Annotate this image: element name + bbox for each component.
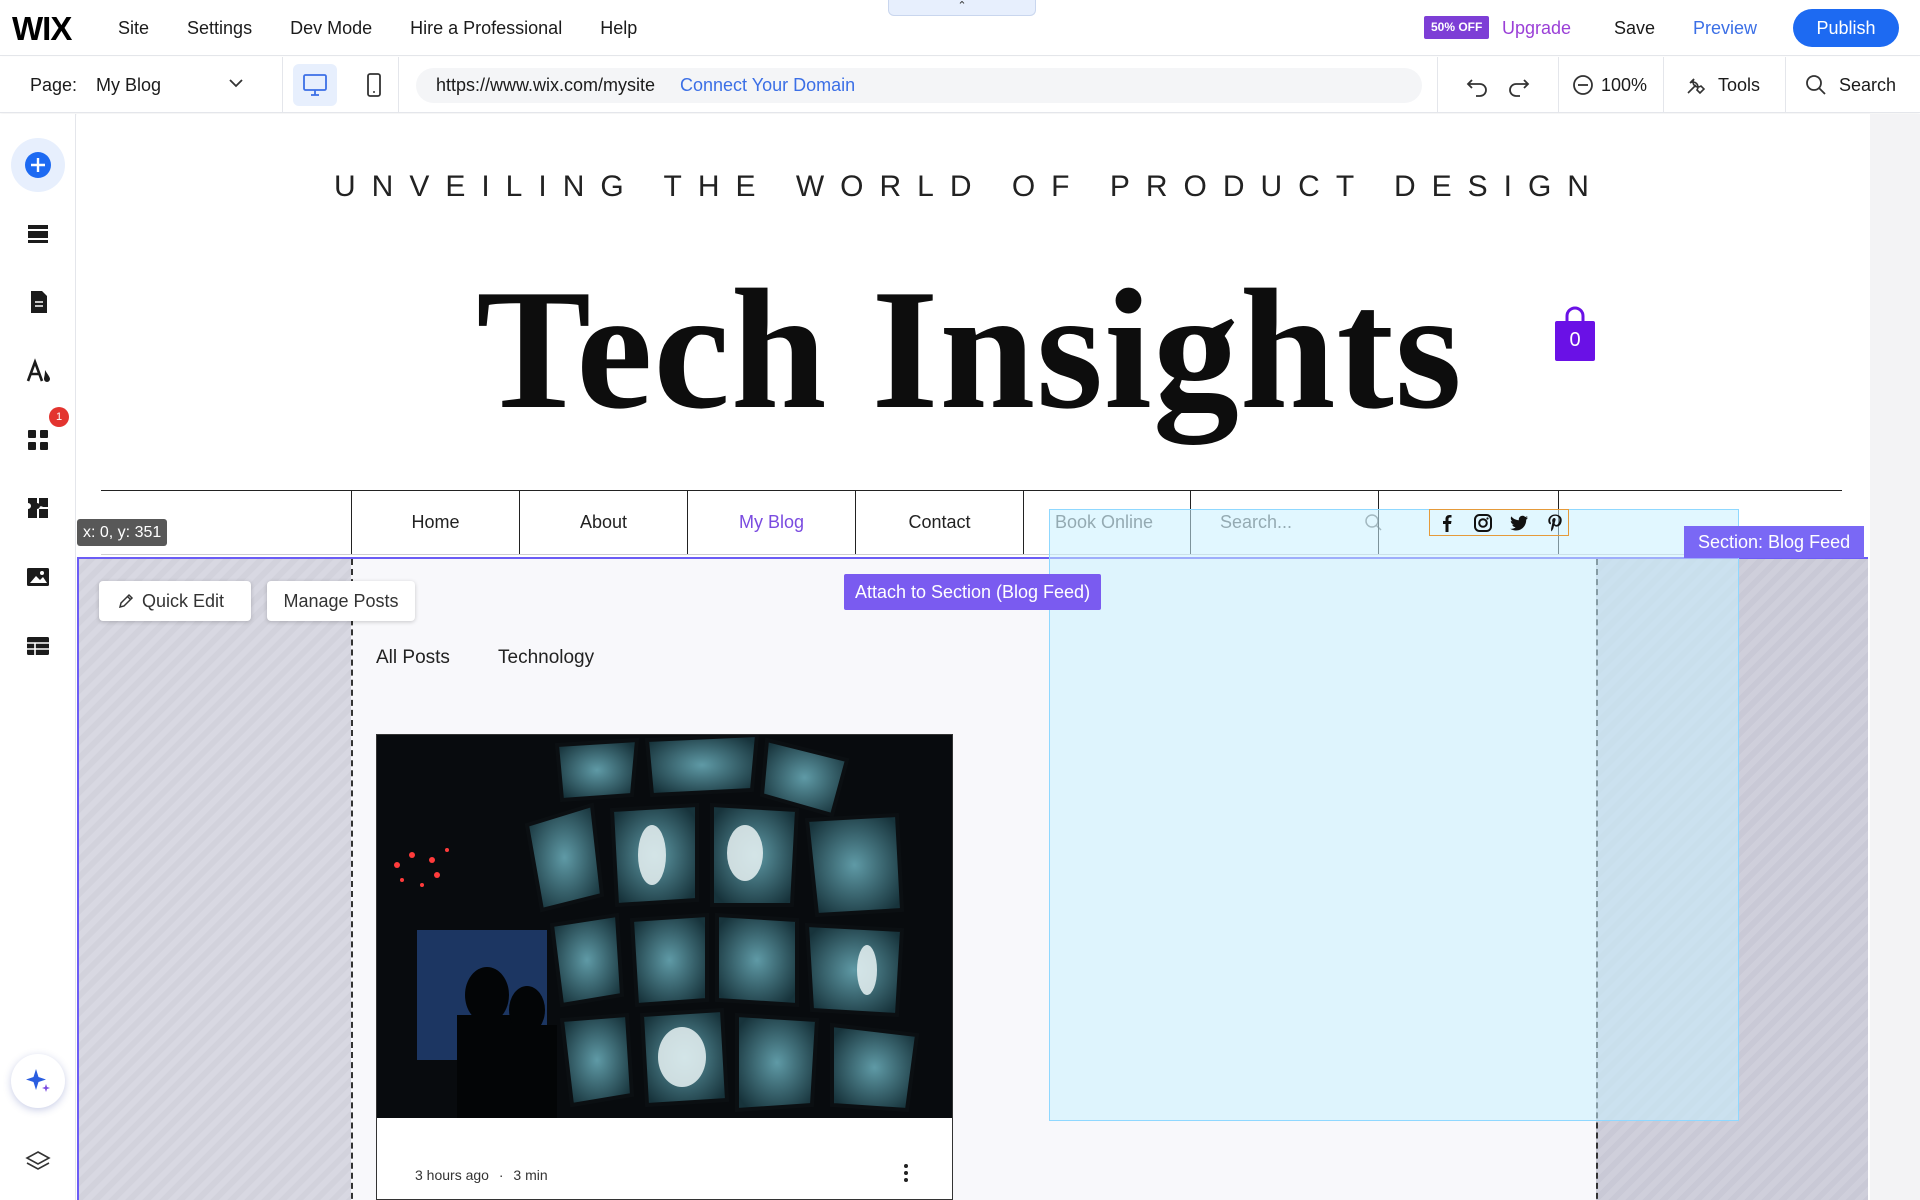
menu-settings[interactable]: Settings bbox=[187, 18, 252, 39]
twitter-icon[interactable] bbox=[1508, 512, 1530, 534]
pencil-icon bbox=[118, 593, 134, 609]
nav-home[interactable]: Home bbox=[351, 491, 519, 554]
instagram-icon[interactable] bbox=[1472, 512, 1494, 534]
nav-about[interactable]: About bbox=[519, 491, 687, 554]
post-meta: 3 hours ago · 3 min bbox=[415, 1167, 548, 1183]
layers-icon[interactable] bbox=[23, 1147, 53, 1177]
manage-posts-button[interactable]: Manage Posts bbox=[267, 581, 415, 621]
design-button[interactable] bbox=[11, 344, 65, 398]
search-button[interactable]: Search bbox=[1839, 75, 1896, 96]
save-button[interactable]: Save bbox=[1614, 18, 1655, 39]
wix-logo[interactable]: WIX bbox=[12, 10, 72, 48]
divider bbox=[1663, 57, 1664, 113]
divider bbox=[282, 57, 283, 113]
design-icon bbox=[26, 358, 50, 382]
publish-button[interactable]: Publish bbox=[1793, 9, 1899, 47]
menu-dev-mode[interactable]: Dev Mode bbox=[290, 18, 372, 39]
site-tagline[interactable]: UNVEILING THE WORLD OF PRODUCT DESIGN bbox=[77, 170, 1862, 204]
cms-icon bbox=[27, 637, 49, 655]
nav-my-blog[interactable]: My Blog bbox=[687, 491, 855, 554]
redo-icon[interactable] bbox=[1505, 71, 1533, 99]
zoom-level[interactable]: 100% bbox=[1601, 75, 1647, 96]
undo-icon[interactable] bbox=[1463, 71, 1491, 99]
attach-to-section-button[interactable]: Attach to Section (Blog Feed) bbox=[844, 574, 1101, 610]
quick-edit-label: Quick Edit bbox=[142, 591, 225, 611]
page-label: Page: bbox=[30, 75, 78, 95]
ai-assistant-button[interactable] bbox=[11, 1054, 65, 1108]
coordinates-tooltip: x: 0, y: 351 bbox=[77, 519, 168, 546]
tab-technology[interactable]: Technology bbox=[498, 647, 594, 669]
section-left-margin bbox=[79, 559, 351, 1200]
sections-icon bbox=[28, 225, 48, 243]
menu-help[interactable]: Help bbox=[600, 18, 637, 39]
apps-notification-badge: 1 bbox=[49, 407, 69, 427]
menu-hire-professional[interactable]: Hire a Professional bbox=[410, 18, 562, 39]
zoom-out-icon[interactable] bbox=[1569, 71, 1597, 99]
post-cover-image[interactable] bbox=[377, 735, 952, 1118]
pinterest-icon[interactable] bbox=[1544, 512, 1566, 534]
connect-domain-link[interactable]: Connect Your Domain bbox=[680, 75, 855, 96]
business-button[interactable] bbox=[11, 481, 65, 535]
discount-badge: 50% OFF bbox=[1424, 16, 1490, 39]
post-cover-illustration bbox=[377, 735, 952, 1118]
chevron-down-icon[interactable] bbox=[226, 73, 246, 93]
menu-site[interactable]: Site bbox=[118, 18, 149, 39]
left-rail bbox=[0, 114, 76, 1200]
top-bar: WIX Site Settings Dev Mode Hire a Profes… bbox=[0, 0, 1920, 56]
tab-all-posts[interactable]: All Posts bbox=[376, 647, 450, 669]
add-icon bbox=[25, 152, 51, 178]
pages-icon bbox=[31, 291, 47, 313]
editor-toolbar: Page: My Blog https://www.wix.com/mysite… bbox=[0, 57, 1920, 113]
media-icon bbox=[27, 568, 49, 586]
nav-contact[interactable]: Contact bbox=[855, 491, 1023, 554]
divider bbox=[1437, 57, 1438, 113]
tools-button[interactable]: Tools bbox=[1718, 75, 1760, 96]
divider bbox=[398, 57, 399, 113]
mobile-icon bbox=[367, 73, 381, 97]
desktop-icon bbox=[303, 74, 327, 96]
sparkle-icon bbox=[26, 1069, 50, 1092]
upgrade-link[interactable]: Upgrade bbox=[1502, 18, 1571, 39]
blog-post-card[interactable]: 3 hours ago · 3 min bbox=[376, 734, 953, 1200]
sections-button[interactable] bbox=[11, 207, 65, 261]
divider bbox=[1558, 57, 1559, 113]
tools-icon[interactable] bbox=[1682, 71, 1710, 99]
quick-edit-button[interactable]: Quick Edit bbox=[99, 581, 251, 621]
top-menu: Site Settings Dev Mode Hire a Profession… bbox=[118, 0, 675, 56]
page-selector[interactable]: My Blog bbox=[96, 75, 161, 96]
site-canvas[interactable]: UNVEILING THE WORLD OF PRODUCT DESIGN Te… bbox=[77, 114, 1870, 1200]
grid-guide-left bbox=[351, 559, 353, 1200]
cms-button[interactable] bbox=[11, 619, 65, 673]
preview-button[interactable]: Preview bbox=[1693, 18, 1757, 39]
post-read-time: 3 min bbox=[513, 1167, 548, 1183]
mobile-view-button[interactable] bbox=[352, 64, 396, 106]
dragged-element-highlight[interactable] bbox=[1049, 509, 1739, 1121]
search-icon[interactable] bbox=[1802, 71, 1830, 99]
apps-icon bbox=[28, 430, 48, 450]
media-button[interactable] bbox=[11, 550, 65, 604]
post-time: 3 hours ago bbox=[415, 1167, 489, 1183]
business-icon bbox=[28, 498, 48, 518]
divider bbox=[1785, 57, 1786, 113]
more-options-icon[interactable] bbox=[902, 1161, 910, 1185]
add-elements-button[interactable] bbox=[11, 138, 65, 192]
cart-count: 0 bbox=[1569, 329, 1581, 351]
pages-button[interactable] bbox=[11, 275, 65, 329]
canvas-right-gutter bbox=[1870, 114, 1920, 1200]
meta-separator: · bbox=[498, 1167, 504, 1183]
collapse-topbar-handle[interactable]: ⌃ bbox=[888, 0, 1036, 16]
desktop-view-button[interactable] bbox=[293, 64, 337, 106]
section-name-tag[interactable]: Section: Blog Feed bbox=[1684, 526, 1865, 558]
site-url: https://www.wix.com/mysite bbox=[436, 75, 656, 95]
facebook-icon[interactable] bbox=[1436, 512, 1458, 534]
